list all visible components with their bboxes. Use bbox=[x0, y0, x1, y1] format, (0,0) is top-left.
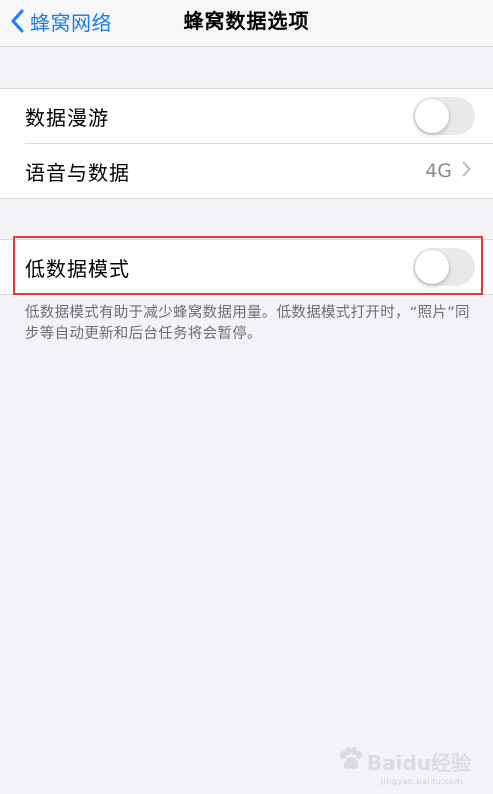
voice-data-value-wrap: 4G bbox=[425, 144, 471, 198]
voice-data-value: 4G bbox=[425, 160, 452, 182]
low-data-mode-label: 低数据模式 bbox=[25, 256, 130, 281]
settings-group-cellular: 数据漫游 语音与数据 4G bbox=[0, 88, 493, 199]
baidu-watermark: Baidu经验 bbox=[337, 746, 471, 776]
row-data-roaming: 数据漫游 bbox=[0, 89, 493, 143]
row-voice-data[interactable]: 语音与数据 4G bbox=[0, 144, 493, 198]
settings-group-low-data: 低数据模式 bbox=[0, 239, 493, 295]
row-low-data-mode: 低数据模式 bbox=[0, 240, 493, 294]
data-roaming-label: 数据漫游 bbox=[25, 105, 109, 130]
voice-data-label: 语音与数据 bbox=[25, 160, 130, 185]
toggle-knob bbox=[415, 250, 449, 284]
data-roaming-toggle[interactable] bbox=[413, 97, 475, 135]
watermark-url: jingyan.baidu.com bbox=[380, 777, 463, 786]
page-title: 蜂窝数据选项 bbox=[183, 9, 310, 33]
low-data-mode-toggle[interactable] bbox=[413, 248, 475, 286]
chevron-right-icon bbox=[462, 161, 471, 181]
watermark-brand: Baidu经验 bbox=[366, 750, 471, 775]
paw-icon bbox=[337, 746, 363, 776]
navigation-bar: 蜂窝网络 蜂窝数据选项 bbox=[0, 0, 493, 47]
toggle-knob bbox=[415, 99, 449, 133]
low-data-mode-description: 低数据模式有助于减少蜂窝数据用量。低数据模式打开时，“照片”同步等自动更新和后台… bbox=[25, 305, 470, 342]
